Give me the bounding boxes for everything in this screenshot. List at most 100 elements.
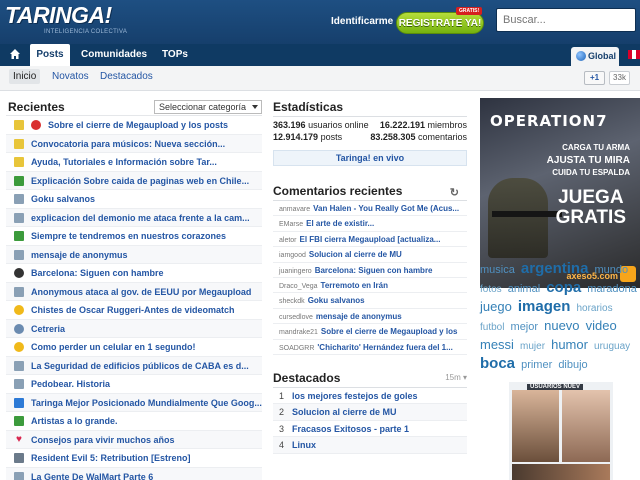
comment-item[interactable]: juaningero Barcelona: Siguen con hambre [273, 263, 467, 278]
post-title[interactable]: Ayuda, Tutoriales e Información sobre Ta… [31, 153, 217, 171]
comment-post[interactable]: El arte de existir... [306, 219, 374, 228]
comment-post[interactable]: 'Chicharito' Hernández fuera del 1... [317, 343, 452, 352]
post-item[interactable]: La Gente De WalMart Parte 6 [6, 467, 262, 480]
tag-link[interactable]: futbol [480, 322, 504, 333]
tag-link[interactable]: mejor [511, 321, 539, 333]
post-title[interactable]: Chistes de Oscar Ruggeri-Antes de videom… [31, 301, 235, 319]
tag-link[interactable]: argentina [521, 260, 589, 277]
register-button[interactable]: REGISTRATE YA! [396, 12, 484, 34]
comment-post[interactable]: Solucion al cierre de MU [309, 250, 402, 259]
comment-post[interactable]: Van Halen - You Really Got Me (Acus... [313, 204, 459, 213]
post-title[interactable]: explicacion del demonio me ataca frente … [31, 209, 250, 227]
post-item[interactable]: Ayuda, Tutoriales e Información sobre Ta… [6, 153, 262, 172]
login-link[interactable]: Identificarme [331, 16, 393, 27]
post-title[interactable]: Cetreria [31, 320, 65, 338]
comment-post[interactable]: Terremoto en Irán [321, 281, 388, 290]
country-flag-icon[interactable] [628, 50, 640, 59]
post-title[interactable]: La Gente De WalMart Parte 6 [31, 468, 153, 480]
tab-tops[interactable]: TOPs [162, 44, 188, 66]
tag-link[interactable]: nuevo [544, 318, 579, 333]
post-item[interactable]: Artistas a lo grande. [6, 412, 262, 431]
comment-item[interactable]: EMarse El arte de existir... [273, 216, 467, 232]
post-title[interactable]: Anonymous ataca al gov. de EEUU por Mega… [31, 283, 251, 301]
comment-item[interactable]: Draco_Vega Terremoto en Irán [273, 278, 467, 294]
post-item[interactable]: Barcelona: Siguen con hambre [6, 264, 262, 283]
post-title[interactable]: Resident Evil 5: Retribution [Estreno] [31, 449, 191, 467]
tag-link[interactable]: mundo [594, 264, 628, 276]
post-title[interactable]: Artistas a lo grande. [31, 412, 118, 430]
post-title[interactable]: Barcelona: Siguen con hambre [31, 264, 164, 282]
post-item[interactable]: Goku salvanos [6, 190, 262, 209]
comment-item[interactable]: anmavare Van Halen - You Really Got Me (A… [273, 201, 467, 217]
comment-user[interactable]: EMarse [279, 221, 303, 228]
post-item[interactable]: ♥ Consejos para vivir muchos años [6, 430, 262, 449]
post-item[interactable]: Pedobear. Historia [6, 375, 262, 394]
post-title[interactable]: Como perder un celular en 1 segundo! [31, 338, 196, 356]
comment-item[interactable]: iamgood Solucion al cierre de MU [273, 247, 467, 263]
destacado-item[interactable]: 2 Solucion al cierre de MU [273, 404, 467, 421]
post-item[interactable]: Como perder un celular en 1 segundo! [6, 338, 262, 357]
comment-post[interactable]: El FBI cierra Megaupload [actualiza... [300, 235, 441, 244]
comment-user[interactable]: iamgood [279, 252, 306, 259]
post-title[interactable]: Sobre el cierre de Megaupload y los post… [48, 116, 228, 134]
tag-link[interactable]: primer [521, 359, 552, 371]
post-title[interactable]: Consejos para vivir muchos años [31, 431, 175, 449]
destacado-title[interactable]: Linux [292, 437, 316, 453]
tag-link[interactable]: humor [551, 337, 588, 352]
destacado-item[interactable]: 4 Linux [273, 437, 467, 454]
tag-link[interactable]: uruguay [594, 341, 630, 352]
time-filter[interactable]: 15m ▾ [445, 373, 467, 382]
tag-link[interactable]: horarios [576, 303, 612, 314]
post-title[interactable]: La Seguridad de edificios públicos de CA… [31, 357, 249, 375]
destacado-item[interactable]: 3 Fracasos Exitosos - parte 1 [273, 421, 467, 438]
comment-user[interactable]: aletor [279, 237, 297, 244]
search-input[interactable] [496, 8, 636, 32]
post-item[interactable]: Resident Evil 5: Retribution [Estreno] [6, 449, 262, 468]
user-avatar[interactable] [512, 464, 610, 480]
refresh-icon[interactable]: ↻ [450, 186, 459, 199]
comment-post[interactable]: Sobre el cierre de Megaupload y los [321, 327, 458, 336]
tag-link[interactable]: mujer [520, 341, 545, 352]
post-title[interactable]: Goku salvanos [31, 190, 95, 208]
comment-user[interactable]: mandrake21 [279, 329, 318, 336]
google-plus-button[interactable]: +1 [584, 71, 605, 85]
taringa-logo[interactable]: TARINGA! [5, 2, 112, 29]
comment-post[interactable]: Barcelona: Siguen con hambre [315, 266, 433, 275]
tag-link[interactable]: video [586, 318, 617, 333]
comment-user[interactable]: juaningero [279, 268, 312, 275]
comment-item[interactable]: sheckdk Goku salvanos [273, 293, 467, 309]
tag-link[interactable]: dibujo [558, 359, 587, 371]
destacado-item[interactable]: 1 los mejores festejos de goles [273, 388, 467, 405]
destacado-title[interactable]: los mejores festejos de goles [292, 388, 418, 404]
comment-post[interactable]: Goku salvanos [308, 296, 365, 305]
tag-link[interactable]: juego [480, 299, 512, 314]
post-item[interactable]: Anonymous ataca al gov. de EEUU por Mega… [6, 282, 262, 301]
post-item[interactable]: mensaje de anonymus [6, 245, 262, 264]
comment-user[interactable]: sheckdk [279, 298, 305, 305]
comment-user[interactable]: Draco_Vega [279, 283, 318, 290]
tag-link[interactable]: imagen [518, 298, 571, 315]
subnav-destacados[interactable]: Destacados [100, 71, 153, 82]
subnav-novatos[interactable]: Novatos [52, 71, 89, 82]
tab-comunidades[interactable]: Comunidades [81, 44, 147, 66]
post-item[interactable]: Siempre te tendremos en nuestros corazon… [6, 227, 262, 246]
category-select[interactable]: Seleccionar categoría [154, 100, 262, 114]
post-title[interactable]: Siempre te tendremos en nuestros corazon… [31, 227, 226, 245]
tag-link[interactable]: musica [480, 264, 515, 276]
comment-item[interactable]: mandrake21 Sobre el cierre de Megaupload … [273, 324, 467, 340]
comment-item[interactable]: cursedlove mensaje de anonymus [273, 309, 467, 325]
post-item[interactable]: Explicación Sobre caida de paginas web e… [6, 171, 262, 190]
tag-link[interactable]: boca [480, 355, 515, 372]
destacado-title[interactable]: Fracasos Exitosos - parte 1 [292, 421, 409, 437]
post-title[interactable]: Convocatoria para músicos: Nueva sección… [31, 135, 225, 153]
global-selector[interactable]: Global [571, 47, 619, 66]
comment-post[interactable]: mensaje de anonymus [316, 312, 402, 321]
tag-link[interactable]: copa [546, 279, 581, 296]
comment-item[interactable]: aletor El FBI cierra Megaupload [actualiz… [273, 232, 467, 248]
subnav-inicio[interactable]: Inicio [9, 69, 41, 84]
post-item[interactable]: Chistes de Oscar Ruggeri-Antes de videom… [6, 301, 262, 320]
tag-link[interactable]: fotos [480, 284, 502, 295]
tab-posts[interactable]: Posts [30, 44, 70, 66]
user-avatar[interactable] [562, 390, 610, 462]
comment-user[interactable]: cursedlove [279, 314, 313, 321]
